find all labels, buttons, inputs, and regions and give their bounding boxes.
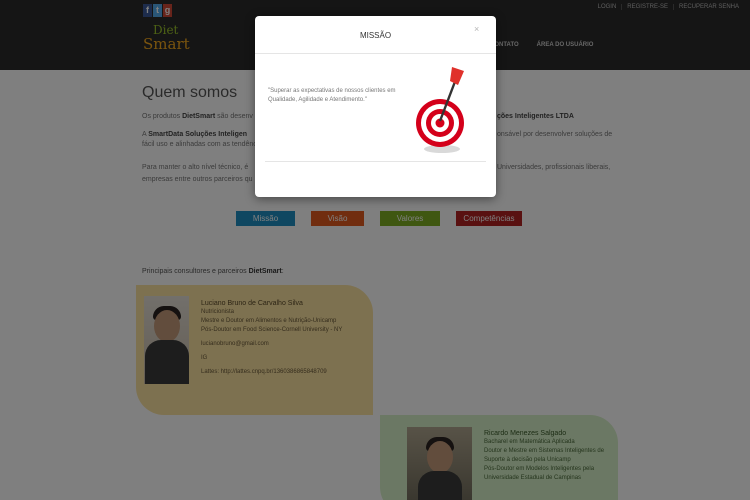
close-icon[interactable]: × (474, 24, 479, 34)
mission-statement: "Superar as expectativas de nossos clien… (268, 88, 396, 103)
modal-divider (265, 161, 486, 162)
modal-header: MISSÃO × (255, 16, 496, 54)
target-with-dart-icon (416, 67, 464, 153)
modal-title: MISSÃO (359, 31, 392, 40)
